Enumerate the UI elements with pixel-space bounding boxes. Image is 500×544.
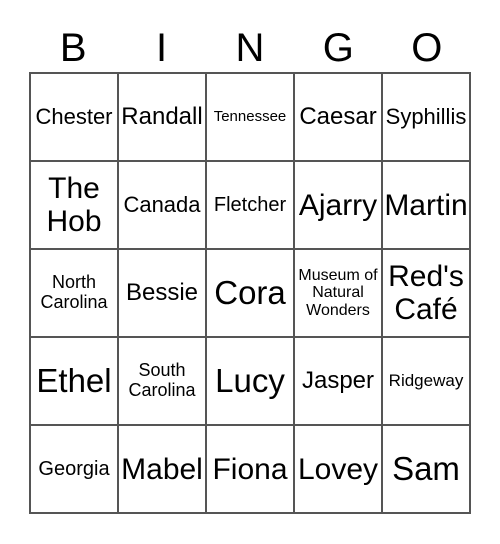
- bingo-cell: Fletcher: [206, 161, 294, 249]
- header-letter-g: G: [322, 26, 354, 70]
- header-letter-n: N: [235, 26, 265, 70]
- header-letter-i: I: [156, 26, 168, 70]
- bingo-cell: Canada: [118, 161, 206, 249]
- bingo-cell: Jasper: [294, 337, 382, 425]
- bingo-cell: Randall: [118, 73, 206, 161]
- bingo-cell: Lovey: [294, 425, 382, 513]
- bingo-cell: Ethel: [30, 337, 118, 425]
- bingo-cell: Museum of Natural Wonders: [294, 249, 382, 337]
- bingo-grid: Chester Randall Tennessee Caesar Syphill…: [29, 72, 471, 514]
- bingo-cell: Cora: [206, 249, 294, 337]
- header-letter-b: B: [59, 26, 87, 70]
- bingo-cell: Syphillis: [382, 73, 470, 161]
- bingo-cell: Martin: [382, 161, 470, 249]
- bingo-cell: Lucy: [206, 337, 294, 425]
- bingo-cell: Caesar: [294, 73, 382, 161]
- bingo-cell: North Carolina: [30, 249, 118, 337]
- bingo-cell: Tennessee: [206, 73, 294, 161]
- bingo-cell: Chester: [30, 73, 118, 161]
- bingo-cell: The Hob: [30, 161, 118, 249]
- bingo-cell: Bessie: [118, 249, 206, 337]
- header-letter-o: O: [411, 26, 443, 70]
- bingo-header: B I N G O: [29, 24, 471, 72]
- bingo-cell: Fiona: [206, 425, 294, 513]
- bingo-cell: Sam: [382, 425, 470, 513]
- bingo-cell: Mabel: [118, 425, 206, 513]
- bingo-cell: Ajarry: [294, 161, 382, 249]
- bingo-cell: Red's Café: [382, 249, 470, 337]
- bingo-cell: South Carolina: [118, 337, 206, 425]
- bingo-cell: Georgia: [30, 425, 118, 513]
- bingo-cell: Ridgeway: [382, 337, 470, 425]
